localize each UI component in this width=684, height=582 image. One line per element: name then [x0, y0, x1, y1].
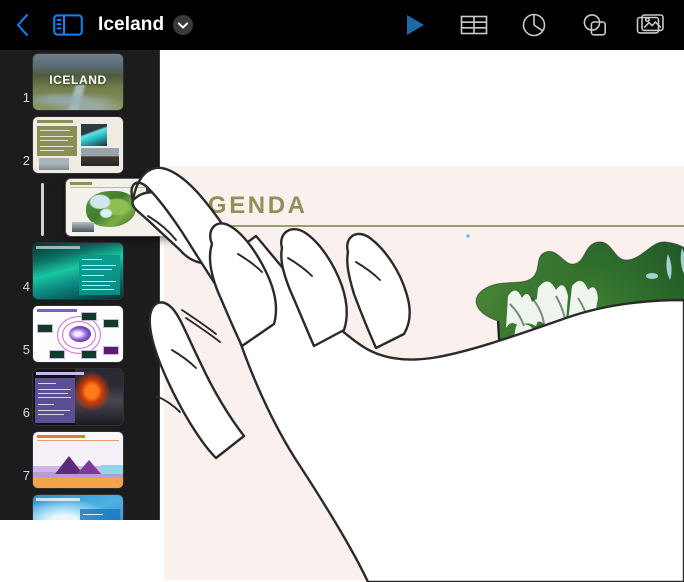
thumb-header-bar — [36, 372, 84, 375]
insert-shape-button[interactable] — [564, 0, 624, 50]
slide-number: 6 — [22, 405, 30, 420]
marker-label: 3 — [452, 537, 466, 564]
slide-navigator-sidebar[interactable]: 1 ICELAND 2 4 5 6 7 — [0, 50, 160, 520]
pie-chart-icon — [522, 13, 546, 37]
slide-thumbnail-7[interactable]: 7 — [0, 428, 160, 491]
toolbar: Iceland — [0, 0, 684, 50]
slide-thumbnail-image — [33, 432, 123, 488]
thumb-header-bar — [37, 435, 85, 438]
current-slide[interactable]: AGENDA 1 3 — [164, 166, 684, 580]
document-title[interactable]: Iceland — [98, 14, 164, 36]
play-button[interactable] — [386, 0, 444, 50]
map-speck — [466, 234, 470, 238]
thumb-header-bar — [37, 309, 77, 312]
thumb-photo — [39, 158, 69, 170]
photos-stack-icon — [636, 14, 664, 34]
slide-thumbnail-4[interactable]: 4 — [0, 239, 160, 302]
toolbar-right-group — [386, 0, 684, 50]
thumb-header-bar — [36, 246, 80, 249]
marker-tip-shape — [453, 565, 465, 574]
insert-table-button[interactable] — [444, 0, 504, 50]
toolbar-left-group: Iceland — [0, 0, 198, 50]
chevron-down-icon — [173, 15, 194, 35]
marker-tip-shape — [515, 383, 527, 392]
thumb-photo — [75, 369, 123, 425]
map-marker-1[interactable]: 1 — [504, 354, 538, 392]
insert-media-button[interactable] — [624, 0, 684, 50]
slide-thumbnail-5[interactable]: 5 — [0, 302, 160, 365]
slide-number: 4 — [22, 279, 30, 294]
slide-number: 1 — [22, 90, 30, 105]
slide-number: 2 — [22, 153, 30, 168]
sidebar-panel-icon — [53, 14, 83, 36]
thumb-photo — [146, 188, 168, 200]
thumb-text-panel — [37, 126, 77, 156]
insert-chart-button[interactable] — [504, 0, 564, 50]
keynote-app-window: Iceland 1 ICELAND 2 4 5 6 7 AGENDA 1 3 — [0, 0, 684, 582]
thumb-photo — [81, 148, 119, 166]
thumb-photo — [81, 124, 107, 146]
thumb-header-bar — [37, 120, 73, 123]
sidebar-divider — [159, 50, 160, 520]
slide-number: 7 — [22, 468, 30, 483]
slide-drop-indicator — [41, 183, 44, 236]
slide-canvas[interactable]: AGENDA 1 3 — [160, 50, 684, 582]
slide-title[interactable]: AGENDA — [188, 192, 308, 220]
slide-number: 5 — [22, 342, 30, 357]
thumb-diagram-core — [69, 326, 91, 342]
iceland-satellite-map[interactable] — [446, 226, 684, 526]
dragged-slide-thumbnail[interactable] — [66, 179, 171, 236]
slide-thumbnail-2[interactable]: 2 — [0, 113, 160, 176]
thumb-text-panel — [79, 255, 120, 295]
play-triangle-icon — [407, 15, 424, 35]
table-grid-icon — [460, 15, 488, 35]
slide-thumbnail-image — [33, 306, 123, 362]
slide-thumbnail-image: ICELAND — [33, 54, 123, 110]
back-button[interactable] — [0, 0, 46, 50]
shapes-icon — [583, 14, 606, 36]
map-marker-3[interactable]: 3 — [442, 536, 476, 574]
document-menu-button[interactable] — [168, 0, 198, 50]
thumb-header-bar — [70, 182, 92, 185]
slide-thumbnail-1[interactable]: 1 ICELAND — [0, 50, 160, 113]
thumb-photo — [72, 222, 94, 232]
thumbnail-title-text: ICELAND — [49, 73, 107, 88]
slide-thumbnail-image — [33, 369, 123, 425]
sidebar-toggle-button[interactable] — [46, 0, 90, 50]
slide-thumbnail-image — [33, 495, 123, 520]
thumb-header-bar — [36, 498, 80, 501]
marker-label: 1 — [514, 355, 528, 382]
slide-thumbnail-image — [33, 117, 123, 173]
slide-thumbnail-image — [33, 243, 123, 299]
slide-thumbnail-6[interactable]: 6 — [0, 365, 160, 428]
thumb-text-panel — [80, 509, 120, 520]
thumb-text-panel — [35, 378, 75, 423]
thumb-sea — [101, 465, 123, 474]
chevron-left-icon — [17, 14, 28, 36]
slide-thumbnail-8[interactable]: 8 — [0, 491, 160, 520]
